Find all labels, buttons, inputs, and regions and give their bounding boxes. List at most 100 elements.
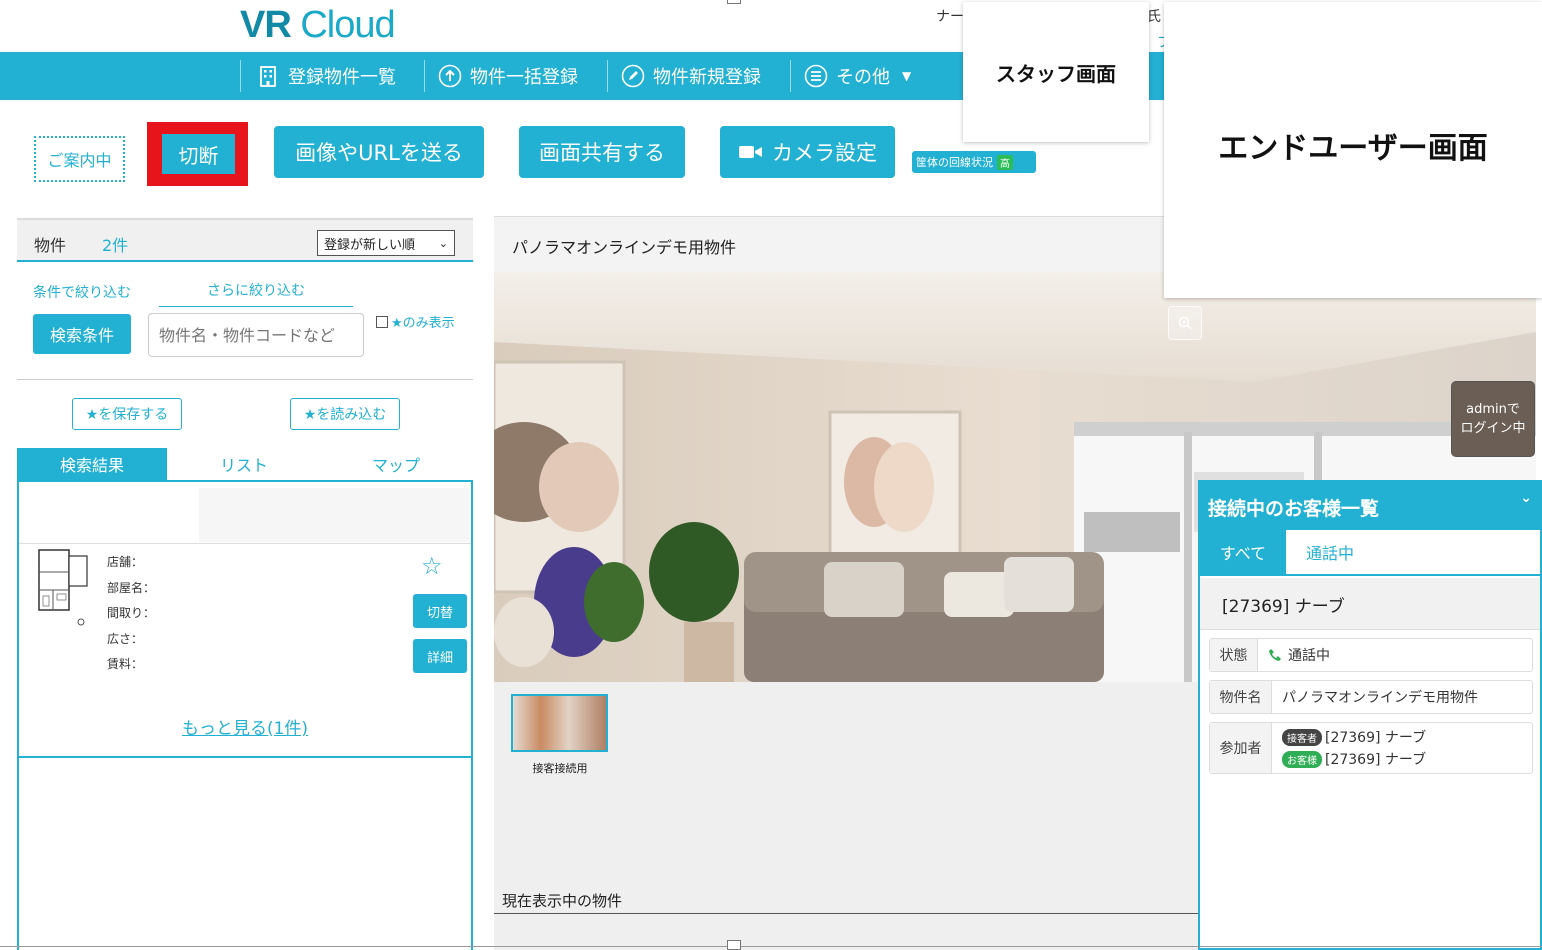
line-status-label: 筐体の回線状況	[916, 156, 993, 169]
phone-icon	[1269, 649, 1281, 661]
chevron-down-icon[interactable]: ⌄	[1520, 490, 1532, 506]
filter-by-condition-tab[interactable]: 条件で絞り込む	[33, 282, 131, 302]
load-stars-button[interactable]: ★を読み込む	[290, 398, 400, 430]
camera-settings-button[interactable]: カメラ設定	[720, 126, 895, 178]
search-results-box: 店舗： 部屋名： 間取り： 広さ： 賃料： ☆ 切替 詳細 もっと見る(1件)	[17, 482, 473, 950]
star-only-toggle[interactable]: ★のみ表示	[376, 312, 455, 331]
property-result-card: 店舗： 部屋名： 間取り： 広さ： 賃料： ☆ 切替 詳細 もっと見る(1件)	[19, 482, 471, 758]
tab-list[interactable]: リスト	[169, 448, 319, 480]
star-only-label: ★のみ表示	[391, 316, 455, 331]
zoom-icon[interactable]	[1168, 306, 1202, 340]
bottom-rule	[0, 946, 1542, 947]
button-label: 画面共有する	[539, 141, 665, 165]
logo-vr-text: VR	[240, 4, 292, 46]
property-key: 物件名	[1210, 681, 1272, 713]
building-icon	[260, 66, 276, 87]
search-input[interactable]	[148, 313, 364, 357]
participant-customer: お客様 [27369] ナーブ	[1282, 749, 1426, 769]
nav-new-register[interactable]: 物件新規登録	[621, 52, 761, 100]
pencil-icon	[621, 64, 645, 88]
property-panel-header: 物件 2件 登録が新しい順 ⌄	[17, 218, 473, 262]
staff-screen-label: スタッフ画面	[963, 2, 1149, 142]
thumbnail-label: 接客接続用	[532, 762, 588, 775]
line-status-badge: 筐体の回線状況 高	[912, 151, 1036, 173]
result-card-header-fill	[199, 488, 469, 542]
field-area: 広さ：	[107, 631, 144, 646]
guiding-status-button[interactable]: ご案内中	[34, 136, 125, 182]
star-only-checkbox[interactable]	[376, 315, 388, 328]
field-room-name: 部屋名：	[107, 580, 156, 595]
divider	[494, 913, 1198, 914]
resize-handle-top	[727, 0, 741, 4]
nav-registered-list[interactable]: 登録物件一覧	[256, 52, 396, 100]
result-tabs: 検索結果 リスト マップ	[17, 448, 473, 482]
status-key: 状態	[1210, 639, 1258, 671]
tab-search-results[interactable]: 検索結果	[17, 448, 167, 480]
logo-cloud-text: Cloud	[300, 4, 395, 46]
participants-value: 接客者 [27369] ナーブ お客様 [27369] ナーブ	[1272, 723, 1436, 773]
property-panel-title: 物件	[34, 236, 67, 255]
admin-badge-line2: ログイン中	[1460, 421, 1526, 436]
result-card-header	[19, 482, 471, 544]
field-layout: 間取り：	[107, 606, 156, 621]
button-label: カメラ設定	[772, 141, 877, 165]
nav-separator	[790, 60, 791, 92]
send-image-url-button[interactable]: 画像やURLを送る	[274, 126, 484, 178]
nav-label: 登録物件一覧	[288, 67, 396, 88]
participant-name: [27369] ナーブ	[1325, 752, 1427, 768]
nav-separator	[424, 60, 425, 92]
button-label: 画像やURLを送る	[295, 141, 463, 165]
resize-handle-bottom	[727, 940, 741, 950]
sort-order-select[interactable]: 登録が新しい順 ⌄	[317, 230, 455, 256]
customer-name[interactable]: [27369] ナーブ	[1200, 578, 1540, 630]
chevron-down-icon: ⌄	[438, 236, 448, 250]
nav-separator	[240, 60, 241, 92]
show-more-link[interactable]: もっと見る(1件)	[19, 714, 471, 739]
connected-customers-panel: 接続中のお客様一覧 ⌄ すべて 通話中 [27369] ナーブ 状態 通話中 物…	[1198, 480, 1542, 950]
floorplan-thumbnail[interactable]	[37, 548, 89, 630]
admin-badge-line1: adminで	[1466, 402, 1520, 417]
participants-row: 参加者 接客者 [27369] ナーブ お客様 [27369] ナーブ	[1209, 722, 1533, 774]
divider	[17, 379, 473, 380]
search-conditions-button[interactable]: 検索条件	[33, 314, 131, 354]
share-screen-button[interactable]: 画面共有する	[519, 126, 685, 178]
property-value: パノラマオンラインデモ用物件	[1282, 690, 1478, 706]
tab-in-call[interactable]: 通話中	[1300, 530, 1360, 574]
disconnect-button[interactable]: 切断	[162, 134, 235, 174]
nav-label: 物件新規登録	[653, 67, 761, 88]
detail-button[interactable]: 詳細	[413, 639, 467, 673]
participant-name: [27369] ナーブ	[1325, 730, 1427, 746]
line-level-indicator: 高	[997, 154, 1013, 170]
property-title: パノラマオンラインデモ用物件	[494, 216, 1198, 272]
nav-other-menu[interactable]: その他 ▼	[804, 52, 911, 100]
filter-further-tab[interactable]: さらに絞り込む	[159, 280, 353, 307]
field-rent: 賃料：	[107, 657, 144, 672]
customer-tabs: すべて 通話中	[1200, 530, 1540, 576]
save-stars-button[interactable]: ★を保存する	[72, 398, 182, 430]
status-row: 状態 通話中	[1209, 638, 1533, 672]
panorama-thumbnail[interactable]	[511, 694, 608, 752]
menu-icon	[804, 64, 828, 88]
nav-label: その他	[836, 67, 890, 88]
nav-bulk-register[interactable]: 物件一括登録	[438, 52, 578, 100]
vr-cloud-logo: VR Cloud	[240, 4, 396, 47]
nav-label: 物件一括登録	[470, 67, 578, 88]
property-row: 物件名 パノラマオンラインデモ用物件	[1209, 680, 1533, 714]
property-search-panel: 物件 2件 登録が新しい順 ⌄ 条件で絞り込む さらに絞り込む 検索条件 ★のみ…	[17, 218, 473, 950]
status-value: 通話中	[1258, 639, 1340, 671]
video-camera-icon	[739, 146, 762, 158]
user-honorific-text: 氏	[1147, 9, 1161, 25]
tab-all[interactable]: すべて	[1200, 530, 1286, 574]
panorama-viewer-panel: パノラマオンラインデモ用物件 接客接続用 現在表示中の物件	[494, 216, 1536, 950]
tab-map[interactable]: マップ	[321, 448, 471, 480]
role-badge: お客様	[1282, 751, 1322, 768]
switch-button[interactable]: 切替	[413, 594, 467, 628]
property-fields: 店舗： 部屋名： 間取り： 広さ： 賃料：	[107, 550, 155, 678]
field-store: 店舗：	[107, 555, 144, 569]
customers-panel-header[interactable]: 接続中のお客様一覧 ⌄	[1200, 482, 1540, 530]
favorite-star-icon[interactable]: ☆	[421, 552, 443, 580]
nav-separator	[607, 60, 608, 92]
sort-selected-value: 登録が新しい順	[324, 237, 416, 253]
status-text: 通話中	[1288, 648, 1330, 664]
upload-icon	[438, 64, 462, 88]
